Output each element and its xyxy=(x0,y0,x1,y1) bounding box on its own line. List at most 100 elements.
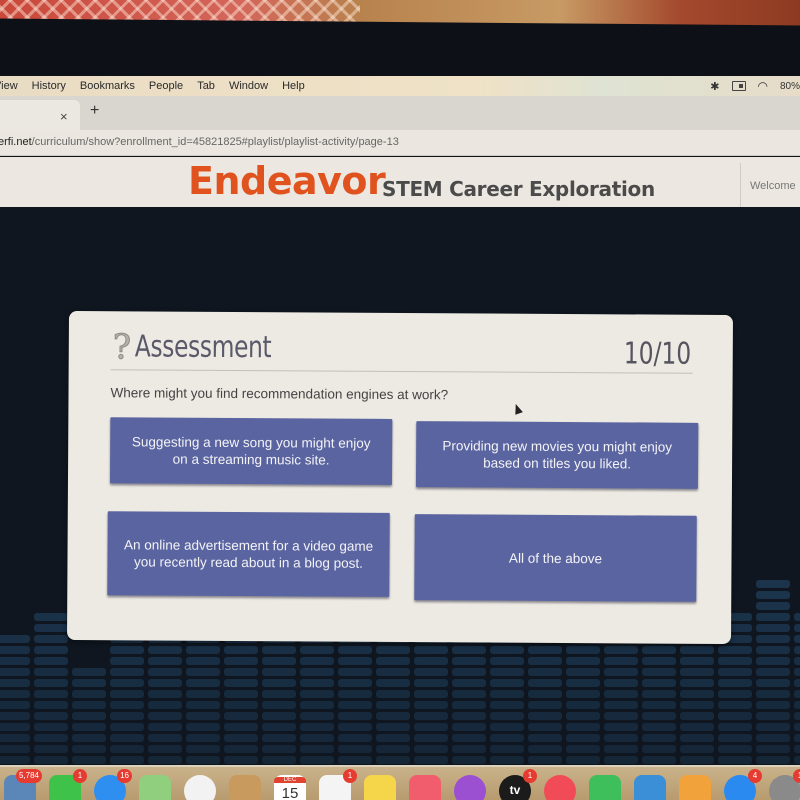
menu-bookmarks[interactable]: Bookmarks xyxy=(73,80,142,92)
equalizer-bar xyxy=(414,734,448,742)
brand-logo[interactable]: Endeavor xyxy=(188,159,386,203)
menu-window[interactable]: Window xyxy=(222,80,275,92)
equalizer-bar xyxy=(186,646,220,654)
equalizer-bar xyxy=(566,657,600,665)
equalizer-bar xyxy=(34,646,68,654)
url-text[interactable]: erfi.net/curriculum/show?enrollment_id=4… xyxy=(0,136,399,148)
equalizer-bar xyxy=(794,668,800,676)
equalizer-bar xyxy=(300,668,334,676)
dock-calendar-icon[interactable]: DEC 15 xyxy=(274,775,306,800)
equalizer-bar xyxy=(680,756,714,764)
equalizer-bar xyxy=(376,646,410,654)
equalizer-bar xyxy=(300,723,334,731)
dock-facetime-icon[interactable]: 1 xyxy=(49,769,87,800)
equalizer-bar xyxy=(756,690,790,698)
equalizer-bar xyxy=(718,723,752,731)
equalizer-bar xyxy=(262,734,296,742)
equalizer-bar xyxy=(376,657,410,665)
dock-app-store-icon[interactable]: 4 xyxy=(724,769,762,800)
equalizer-bar xyxy=(756,602,790,610)
bluetooth-icon[interactable]: ✱ xyxy=(710,80,719,93)
equalizer-bar xyxy=(604,668,638,676)
equalizer-bar xyxy=(376,668,410,676)
welcome-text[interactable]: Welcome xyxy=(750,180,796,192)
equalizer-bar xyxy=(642,657,676,665)
equalizer-bar xyxy=(72,712,106,720)
equalizer-bar xyxy=(148,679,182,687)
equalizer-bar xyxy=(794,679,800,687)
menu-help[interactable]: Help xyxy=(275,80,312,92)
equalizer-bar xyxy=(794,745,800,753)
menu-people[interactable]: People xyxy=(142,80,190,92)
equalizer-bar xyxy=(528,657,562,665)
equalizer-bar xyxy=(414,646,448,654)
equalizer-bar xyxy=(490,646,524,654)
answer-option-2[interactable]: Providing new movies you might enjoy bas… xyxy=(415,421,699,489)
dock-system-preferences-icon[interactable]: 1 xyxy=(769,769,800,800)
menu-history[interactable]: History xyxy=(25,80,73,92)
equalizer-bar xyxy=(338,712,372,720)
browser-tab[interactable]: × xyxy=(0,100,80,130)
new-tab-button[interactable]: + xyxy=(90,102,99,120)
equalizer-bar xyxy=(224,701,258,709)
equalizer-bar xyxy=(148,657,182,665)
dock-reminders-icon[interactable]: 1 xyxy=(319,769,357,800)
equalizer-bar xyxy=(604,734,638,742)
equalizer-bar xyxy=(224,756,258,764)
equalizer-bar xyxy=(148,668,182,676)
dock-pages-icon[interactable] xyxy=(679,775,711,800)
brand-subtitle: STEM Career Exploration xyxy=(382,177,655,201)
dock-contacts-icon[interactable] xyxy=(229,775,261,800)
equalizer-bar xyxy=(756,613,790,621)
equalizer-bar xyxy=(794,723,800,731)
equalizer-bar xyxy=(34,635,68,643)
question-text: Where might you find recommendation engi… xyxy=(110,385,449,403)
menu-view[interactable]: View xyxy=(0,80,25,92)
equalizer-bar xyxy=(72,723,106,731)
battery-percent[interactable]: 80% xyxy=(780,81,800,92)
answer-options: Suggesting a new song you might enjoy on… xyxy=(107,417,699,603)
equalizer-bar xyxy=(528,756,562,764)
equalizer-bar xyxy=(642,734,676,742)
equalizer-bar xyxy=(642,756,676,764)
equalizer-bar xyxy=(680,657,714,665)
equalizer-bar xyxy=(110,668,144,676)
notification-badge: 1 xyxy=(343,769,357,783)
dock-music-icon[interactable] xyxy=(409,775,441,800)
equalizer-bar xyxy=(528,723,562,731)
dock-messages-icon[interactable]: 16 xyxy=(94,769,132,800)
equalizer-bar xyxy=(642,745,676,753)
equalizer-bar xyxy=(224,679,258,687)
wifi-icon[interactable]: ◠ xyxy=(758,79,768,93)
equalizer-bar xyxy=(110,657,144,665)
equalizer-bar xyxy=(148,712,182,720)
dock-notes-icon[interactable] xyxy=(364,775,396,800)
equalizer-bar xyxy=(224,657,258,665)
close-tab-icon[interactable]: × xyxy=(60,109,68,124)
address-bar[interactable]: erfi.net/curriculum/show?enrollment_id=4… xyxy=(0,130,800,156)
equalizer-bar xyxy=(604,712,638,720)
equalizer-bar xyxy=(528,745,562,753)
dock-mail-icon[interactable]: 5,784 xyxy=(4,769,42,800)
answer-option-3[interactable]: An online advertisement for a video game… xyxy=(107,511,390,597)
dock-news-icon[interactable] xyxy=(544,775,576,800)
equalizer-bar xyxy=(148,756,182,764)
dock-podcasts-icon[interactable] xyxy=(454,775,486,800)
dock-numbers-icon[interactable] xyxy=(589,775,621,800)
equalizer-bar xyxy=(756,624,790,632)
menu-tab[interactable]: Tab xyxy=(190,80,222,92)
equalizer-bar xyxy=(604,723,638,731)
equalizer-bar xyxy=(414,657,448,665)
answer-option-4[interactable]: All of the above xyxy=(414,514,697,602)
dock-keynote-icon[interactable] xyxy=(634,775,666,800)
dock-photos-icon[interactable] xyxy=(184,775,216,800)
dock-tv-icon[interactable]: tv 1 xyxy=(499,769,537,800)
equalizer-bar xyxy=(452,690,486,698)
equalizer-bar xyxy=(566,723,600,731)
display-icon[interactable] xyxy=(731,81,746,91)
equalizer-bar xyxy=(262,723,296,731)
answer-option-1[interactable]: Suggesting a new song you might enjoy on… xyxy=(109,417,393,485)
dock-maps-icon[interactable] xyxy=(139,775,171,800)
equalizer-bar xyxy=(718,646,752,654)
equalizer-bar xyxy=(756,580,790,588)
